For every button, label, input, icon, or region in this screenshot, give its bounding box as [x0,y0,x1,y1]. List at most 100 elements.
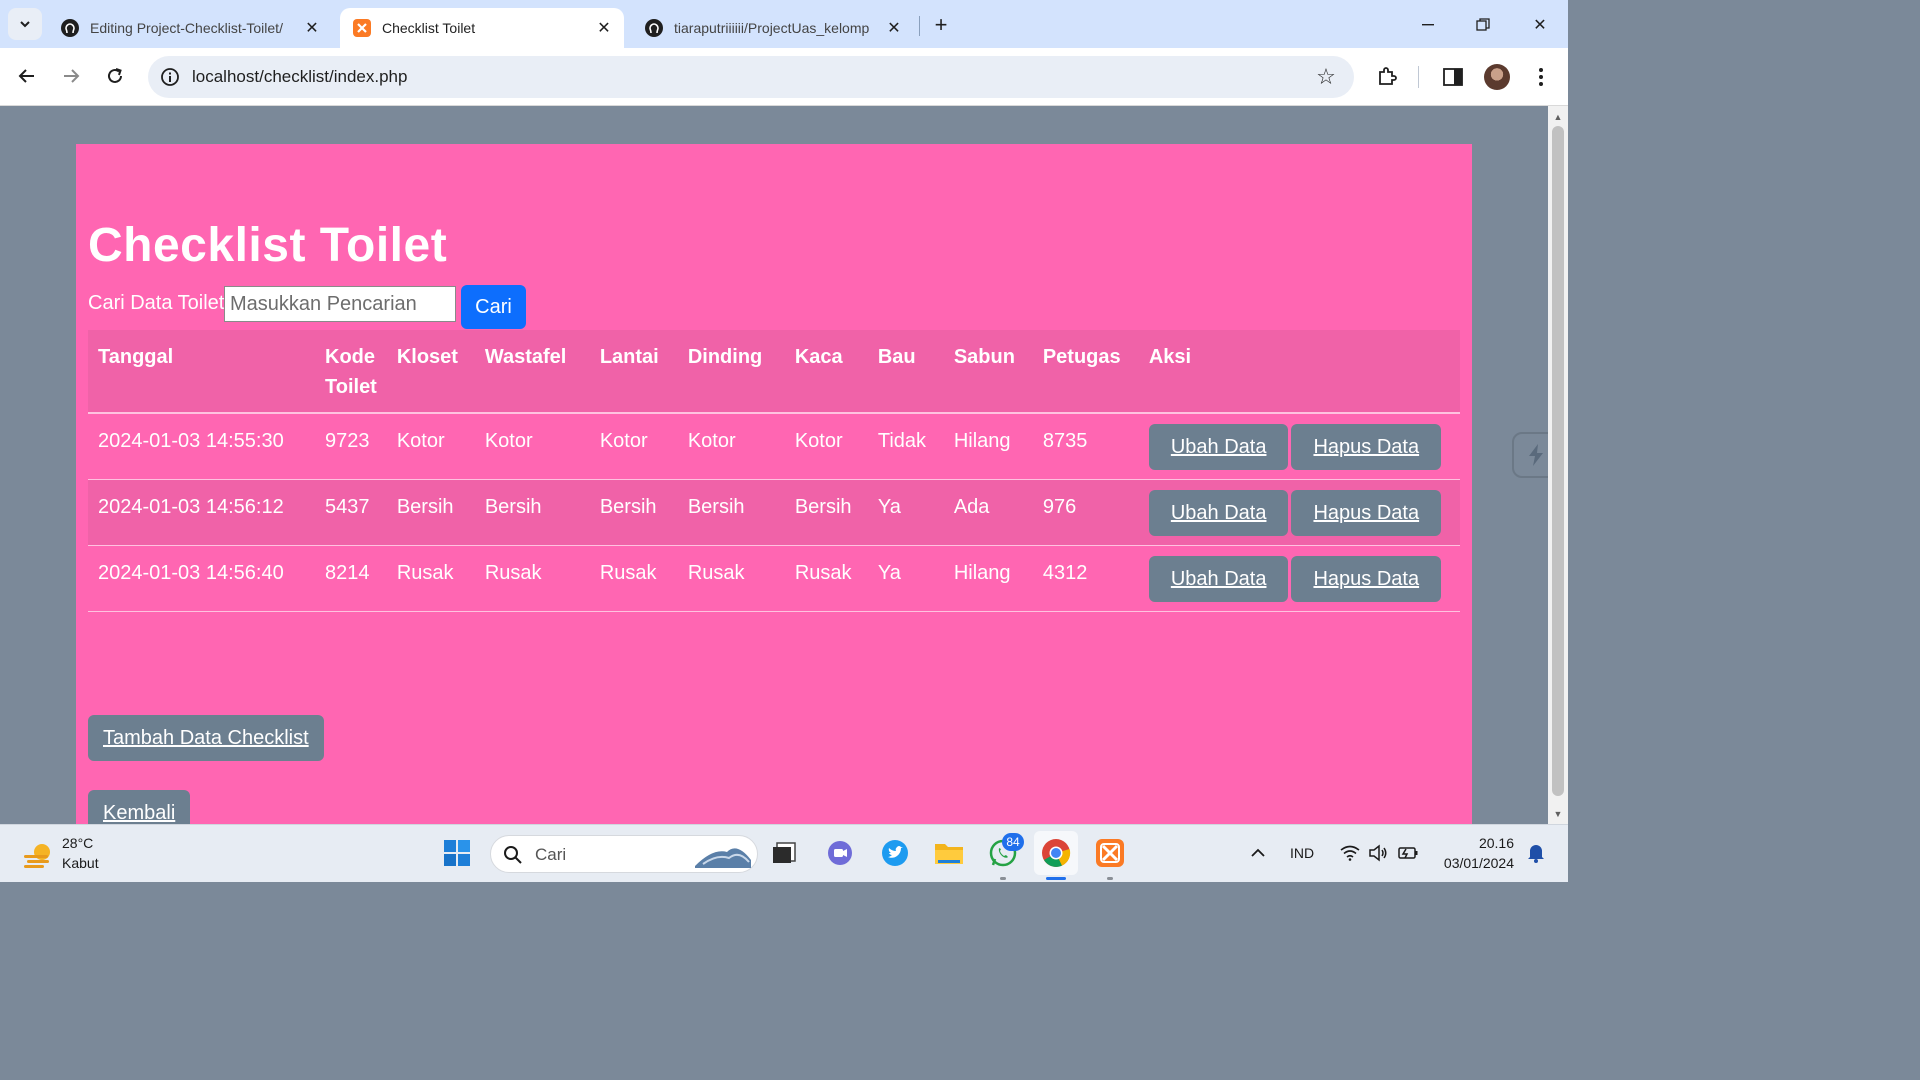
edit-button[interactable]: Ubah Data [1148,555,1289,602]
main-container: Checklist Toilet Cari Data Toilet Cari T… [76,144,1472,824]
table-cell: Hilang [943,413,1033,480]
extensions-puzzle-icon[interactable] [1374,64,1400,90]
edit-button[interactable]: Ubah Data [1148,424,1289,470]
twitter-icon[interactable] [879,837,911,869]
forward-arrow-icon[interactable] [56,61,86,91]
task-view-icon[interactable] [768,837,800,869]
table-cell: Ya [867,545,944,612]
fog-weather-icon[interactable] [22,841,54,869]
table-cell: 2024-01-03 14:56:40 [88,545,315,612]
toolbar-separator [1418,66,1419,88]
scroll-up-icon[interactable]: ▲ [1553,113,1563,122]
windows-taskbar: 28°C Kabut Cari 84 IND 20.16 03/01/2024 [0,824,1568,882]
add-checklist-button[interactable]: Tambah Data Checklist [88,715,324,761]
reload-icon[interactable] [100,61,130,91]
minimize-icon[interactable] [1413,10,1443,40]
tab-github-project[interactable]: tiaraputriiiiii/ProjectUas_kelomp ✕ [632,8,914,48]
tab-title: Checklist Toilet [382,20,476,36]
taskbar-search[interactable]: Cari [490,835,758,873]
file-explorer-icon[interactable] [933,837,965,869]
table-cell: 5437 [315,479,387,546]
table-cell: 9723 [315,413,387,480]
column-header: Kaca [784,330,868,414]
teams-chat-icon[interactable] [824,837,856,869]
xampp-icon[interactable] [1094,837,1126,869]
table-cell: Rusak [677,545,785,612]
table-cell: Kotor [784,413,868,480]
scroll-down-icon[interactable]: ▼ [1553,810,1563,819]
checklist-table: Tanggal Kode Toilet Kloset Wastafel Lant… [88,330,1460,612]
back-button[interactable]: Kembali [88,790,191,824]
table-row: 2024-01-03 14:56:12 5437 Bersih Bersih B… [88,479,1460,546]
url-text: localhost/checklist/index.php [192,67,408,86]
table-cell: 8214 [315,545,387,612]
windows-start-icon[interactable] [441,837,473,869]
tab-github-editing[interactable]: Editing Project-Checklist-Toilet/ ✕ [48,8,332,48]
table-cell: Bersih [677,479,785,546]
address-bar[interactable]: localhost/checklist/index.php ☆ [148,56,1354,98]
xampp-icon [352,18,372,38]
volume-icon[interactable] [1362,837,1394,869]
column-header: Kode Toilet [315,330,387,414]
site-info-icon[interactable] [160,67,180,87]
column-header: Wastafel [474,330,590,414]
page-viewport: Checklist Toilet Cari Data Toilet Cari T… [0,106,1548,824]
table-cell: Tidak [867,413,944,480]
column-header: Kloset [386,330,475,414]
weather-description: Kabut [62,855,99,871]
tab-strip: Editing Project-Checklist-Toilet/ ✕ Chec… [0,0,1568,48]
close-icon[interactable]: ✕ [886,20,902,37]
chevron-up-icon[interactable] [1242,837,1274,869]
table-cell: Kotor [589,413,678,480]
table-cell: Rusak [386,545,475,612]
table-cell: Rusak [784,545,868,612]
restore-icon[interactable] [1468,10,1498,40]
language-indicator[interactable]: IND [1290,845,1314,861]
weather-temperature: 28°C [62,835,94,851]
back-arrow-icon[interactable] [12,61,42,91]
table-row: 2024-01-03 14:55:30 9723 Kotor Kotor Kot… [88,413,1460,480]
tab-search-button[interactable] [8,8,42,40]
browser-toolbar: localhost/checklist/index.php ☆ [0,48,1568,106]
github-icon [60,18,80,38]
table-cell: 8735 [1032,413,1139,480]
delete-button[interactable]: Hapus Data [1291,489,1442,536]
floating-side-widget[interactable] [1512,432,1548,478]
notification-bell-icon[interactable] [1520,837,1552,869]
window-close-icon[interactable]: ✕ [1525,10,1555,40]
table-cell: Bersih [474,479,590,546]
search-button[interactable]: Cari [461,285,526,329]
chrome-icon[interactable] [1034,831,1078,875]
column-header: Tanggal [88,330,315,414]
table-cell: Ada [943,479,1033,546]
scroll-thumb[interactable] [1552,126,1564,796]
delete-button[interactable]: Hapus Data [1291,555,1442,602]
action-cell: Ubah Data Hapus Data [1138,545,1460,612]
table-row: 2024-01-03 14:56:40 8214 Rusak Rusak Rus… [88,545,1460,612]
search-input[interactable] [224,286,456,322]
delete-button[interactable]: Hapus Data [1291,424,1442,470]
clock-time[interactable]: 20.16 [1479,835,1514,851]
action-cell: Ubah Data Hapus Data [1138,479,1460,546]
close-icon[interactable]: ✕ [596,20,612,37]
tab-title: Editing Project-Checklist-Toilet/ [90,20,283,36]
close-icon[interactable]: ✕ [304,20,320,37]
menu-kebab-icon[interactable] [1528,64,1554,90]
side-panel-icon[interactable] [1440,64,1466,90]
table-cell: 4312 [1032,545,1139,612]
table-cell: Hilang [943,545,1033,612]
tab-separator [919,16,920,36]
page-scrollbar[interactable]: ▲ ▼ [1548,106,1568,824]
profile-avatar[interactable] [1484,64,1510,90]
clock-date[interactable]: 03/01/2024 [1444,855,1514,871]
app-running-indicator [1107,877,1113,880]
github-icon [644,18,664,38]
tab-checklist-toilet[interactable]: Checklist Toilet ✕ [340,8,624,48]
bookmark-star-icon[interactable]: ☆ [1314,65,1338,89]
column-header: Aksi [1138,330,1460,414]
new-tab-plus-icon[interactable]: + [928,12,954,38]
table-cell: 976 [1032,479,1139,546]
table-cell: Kotor [386,413,475,480]
battery-charging-icon[interactable] [1392,837,1424,869]
edit-button[interactable]: Ubah Data [1148,489,1289,536]
